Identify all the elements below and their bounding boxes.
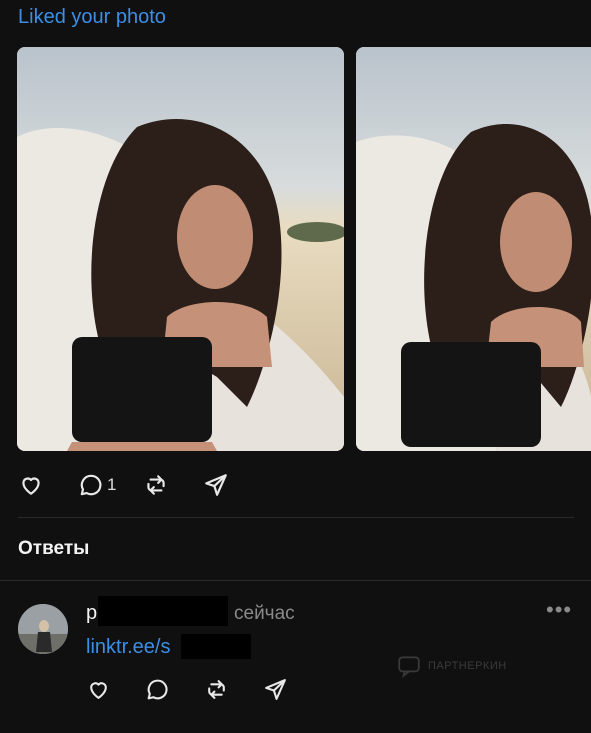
- like-button[interactable]: [18, 472, 44, 498]
- reply-button[interactable]: 1: [78, 472, 116, 498]
- repost-icon: [147, 475, 166, 495]
- reply-button[interactable]: [145, 677, 170, 702]
- avatar[interactable]: [18, 604, 68, 654]
- redaction-box: [98, 596, 228, 626]
- reply-actions: [86, 677, 288, 702]
- redaction-box: [181, 634, 251, 659]
- photo-2-image: [356, 47, 591, 451]
- speech-bubble-icon: [80, 474, 102, 496]
- share-button[interactable]: [203, 472, 229, 498]
- chat-bubble-logo-icon: [398, 656, 420, 679]
- photo-1-image: [17, 47, 344, 451]
- reply-link[interactable]: linktr.ee/s: [86, 636, 170, 659]
- post-photo-1[interactable]: [17, 47, 344, 451]
- divider: [0, 580, 591, 581]
- like-button[interactable]: [86, 677, 111, 702]
- repost-button[interactable]: [143, 472, 169, 498]
- reply-count: 1: [107, 475, 117, 494]
- send-icon: [205, 474, 228, 496]
- post-photo-2[interactable]: [356, 47, 591, 451]
- speech-bubble-icon: [147, 679, 168, 700]
- divider: [18, 517, 574, 518]
- notification-title: Liked your photo: [18, 6, 166, 28]
- timestamp: сейчас: [234, 603, 295, 624]
- heart-icon: [22, 477, 40, 495]
- heart-icon: [90, 682, 107, 699]
- watermark-text: ПАРТНЕРКИН: [428, 660, 507, 672]
- send-icon: [265, 679, 286, 700]
- more-options-button[interactable]: •••: [546, 597, 572, 623]
- repost-button[interactable]: [204, 677, 229, 702]
- username[interactable]: p: [86, 602, 97, 625]
- repost-icon: [208, 680, 225, 699]
- avatar-image: [18, 604, 68, 654]
- share-button[interactable]: [263, 677, 288, 702]
- watermark: ПАРТНЕРКИН: [396, 653, 507, 679]
- replies-heading: Ответы: [18, 538, 90, 559]
- post-actions: 1: [18, 472, 229, 498]
